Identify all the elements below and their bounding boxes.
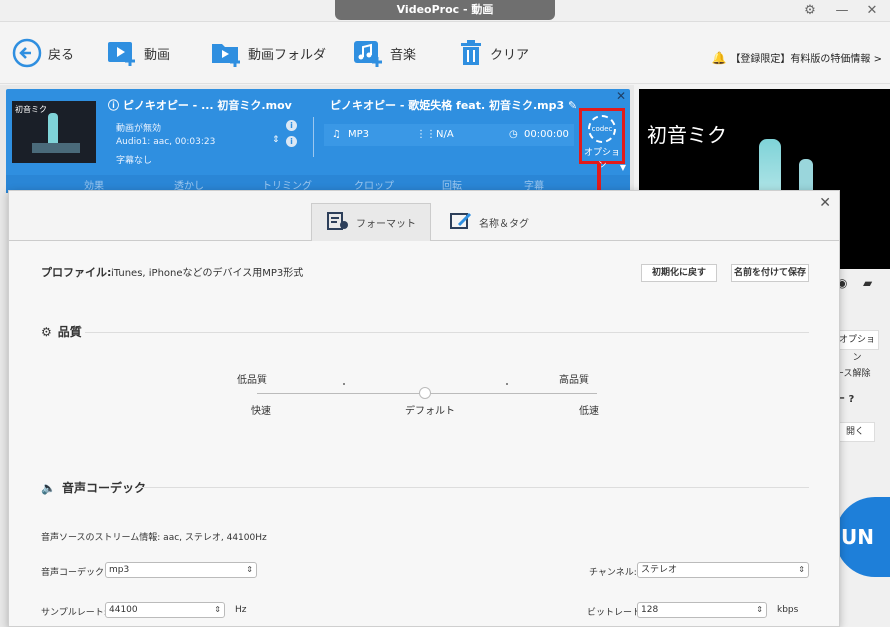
thumbnail-caption: 初音ミク: [15, 105, 47, 114]
slider-tick: [343, 383, 345, 385]
reset-button[interactable]: 初期化に戻す: [641, 264, 717, 282]
settings-icon[interactable]: ⚙: [800, 2, 820, 20]
minimize-button[interactable]: —: [832, 2, 852, 20]
audio-track-info[interactable]: Audio1: aac, 00:03:23: [116, 137, 215, 147]
side-release-text: ース解除: [835, 369, 871, 379]
select-chevron-icon: ⇕: [214, 605, 221, 614]
low-quality-label: 低品質: [237, 375, 267, 386]
bitrate-select[interactable]: 128 ⇕: [637, 602, 767, 618]
slider-tick: [506, 383, 508, 385]
dialog-tabs: フォーマット 名称＆タグ ✕: [9, 191, 839, 241]
window-title: VideoProc - 動画: [335, 0, 555, 20]
edit-tag-icon: [449, 211, 473, 234]
add-music-button[interactable]: 音楽: [352, 36, 416, 70]
samplerate-select[interactable]: 44100 ⇕: [105, 602, 225, 618]
toolbar: 戻る 動画 動画フォルダ 音楽 クリア 🔔 【登録限定】有料版の特価情報 >: [0, 22, 890, 84]
remove-task-icon[interactable]: ✕: [616, 89, 626, 103]
clock-icon: ◷: [509, 129, 518, 140]
stream-info: 音声ソースのストリーム情報: aac, ステレオ, 44100Hz: [41, 533, 267, 543]
resolution-icon: ⋮⋮: [416, 129, 436, 140]
tab-format-label: フォーマット: [356, 219, 416, 230]
dialog-close-icon[interactable]: ✕: [819, 195, 831, 211]
side-open-button[interactable]: 開く: [835, 422, 875, 442]
select-chevron-icon: ⇕: [246, 565, 253, 574]
high-quality-label: 高品質: [559, 375, 589, 386]
codec-option-label: オプション: [583, 148, 620, 171]
audio-track-chevron-icon[interactable]: ⇕: [272, 135, 280, 145]
preview-caption: 初音ミク: [647, 123, 727, 147]
video-status: 動画が無効: [116, 124, 162, 134]
audio-divider: [137, 487, 809, 488]
subtitle-info[interactable]: 字幕なし: [116, 153, 152, 166]
add-video-folder-button[interactable]: 動画フォルダ: [210, 36, 326, 70]
fast-label: 快速: [251, 406, 271, 417]
video-label: 動画: [144, 47, 171, 63]
tab-format[interactable]: フォーマット: [311, 203, 431, 241]
side-option-button[interactable]: オプション: [835, 330, 879, 363]
video-thumbnail: 初音ミク: [12, 101, 96, 163]
gear-icon: ⚙: [41, 324, 52, 339]
audio-codec-label: 音声コーデック:: [41, 568, 108, 578]
output-file-title: ピノキオピー - 歌姫失格 feat. 初音ミク.mp3 ✎: [330, 99, 578, 112]
output-duration: 00:00:00: [524, 129, 569, 140]
music-label: 音楽: [390, 47, 417, 63]
close-window-button[interactable]: ✕: [862, 2, 882, 20]
back-label: 戻る: [48, 47, 75, 63]
default-label: デフォルト: [405, 406, 455, 417]
video-info-icon[interactable]: i: [286, 120, 297, 131]
bitrate-unit: kbps: [777, 605, 799, 615]
bitrate-label: ビットレート:: [587, 608, 645, 618]
codec-options-dialog: フォーマット 名称＆タグ ✕ プロファイル: iTunes, iPhoneなどの…: [8, 190, 840, 627]
quality-section-title: ⚙ 品質: [41, 324, 82, 340]
back-arrow-icon: [12, 38, 42, 68]
samplerate-label: サンプルレート:: [41, 608, 107, 618]
audio-info-icon[interactable]: i: [286, 136, 297, 147]
slow-label: 低速: [579, 406, 599, 417]
speaker-icon: 🔈: [41, 480, 56, 495]
flow-divider: [304, 117, 314, 157]
select-chevron-icon: ⇕: [756, 605, 763, 614]
music-icon: [352, 38, 384, 68]
video-folder-label: 動画フォルダ: [248, 47, 327, 63]
trash-icon: [458, 38, 484, 68]
music-note-icon: ♫: [332, 129, 341, 140]
tab-name-tag-label: 名称＆タグ: [479, 218, 529, 230]
channel-label: チャンネル:: [589, 568, 637, 578]
quality-slider-knob[interactable]: [419, 387, 431, 399]
output-format: MP3: [348, 129, 370, 140]
codec-option-button[interactable]: codec オプション: [579, 108, 625, 171]
add-video-button[interactable]: 動画: [106, 36, 170, 70]
profile-value: iTunes, iPhoneなどのデバイス用MP3形式: [111, 268, 304, 279]
title-bar: VideoProc - 動画 ⚙ — ✕: [0, 0, 890, 22]
audio-codec-select[interactable]: mp3 ⇕: [105, 562, 257, 578]
samplerate-unit: Hz: [235, 605, 247, 615]
select-chevron-icon: ⇕: [798, 565, 805, 574]
audio-codec-section-title: 🔈 音声コーデック: [41, 480, 146, 496]
promo-text: 【登録限定】有料版の特価情報 >: [730, 54, 882, 65]
thumbnail-desk: [32, 143, 80, 153]
back-button[interactable]: 戻る: [12, 36, 74, 70]
promo-link[interactable]: 🔔 【登録限定】有料版の特価情報 >: [711, 50, 882, 66]
expand-icon[interactable]: ▼: [620, 163, 626, 172]
open-folder-icon[interactable]: ▰: [863, 276, 872, 290]
profile-label: プロファイル:: [41, 266, 112, 279]
clear-button[interactable]: クリア: [458, 36, 529, 70]
output-info-bar: ♫ MP3 ⋮⋮ N/A ◷ 00:00:00: [324, 124, 574, 146]
save-as-button[interactable]: 名前を付けて保存: [731, 264, 809, 282]
codec-gear-icon: codec: [588, 115, 616, 143]
quality-divider: [85, 332, 809, 333]
clear-label: クリア: [490, 47, 530, 63]
output-resolution: N/A: [436, 129, 454, 140]
task-item[interactable]: 初音ミク ⓘ ピノキオピー - ... 初音ミク.mov 動画が無効 Audio…: [6, 89, 630, 179]
video-icon: [106, 38, 138, 68]
tab-name-tag[interactable]: 名称＆タグ: [435, 203, 543, 241]
channel-select[interactable]: ステレオ ⇕: [637, 562, 809, 578]
format-settings-icon: [326, 211, 350, 234]
bell-icon: 🔔: [711, 50, 727, 65]
folder-icon: [210, 38, 242, 68]
source-file-title: ⓘ ピノキオピー - ... 初音ミク.mov: [108, 99, 292, 112]
